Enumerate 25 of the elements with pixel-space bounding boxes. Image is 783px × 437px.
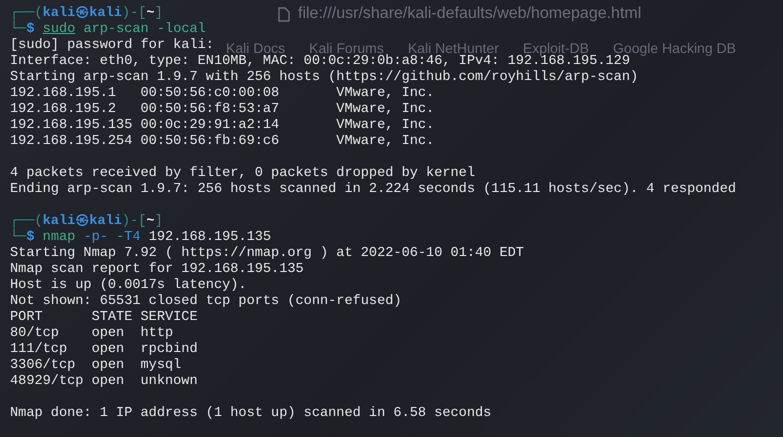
output-line: 192.168.195.1 00:50:56:c0:00:08 VMware, Inc.	[10, 86, 434, 102]
output-line: Not shown: 65531 closed tcp ports (conn-refused)	[10, 294, 402, 310]
output-line: Nmap done: 1 IP address (1 host up) scanned in 6.58 seconds	[10, 406, 492, 422]
output-line: PORT STATE SERVICE	[10, 310, 198, 326]
output-line: Starting Nmap 7.92 ( https://nmap.org ) at 2022-06-10 01:40 EDT	[10, 246, 524, 262]
output-line: 4 packets received by filter, 0 packets dropped by kernel	[10, 166, 475, 182]
output-line: Interface: eth0, type: EN10MB, MAC: 00:0c:29:0b:a8:46, IPv4: 192.168.195.129	[10, 54, 630, 70]
command-line: └─$ nmap -p- -T4 192.168.195.135	[10, 230, 272, 246]
file-icon	[278, 6, 290, 22]
output-line: 3306/tcp open mysql	[10, 358, 182, 374]
output-line: Ending arp-scan 1.9.7: 256 hosts scanned in 2.224 seconds (115.11 hosts/sec). 4 responded	[10, 182, 736, 198]
output-line: Host is up (0.0017s latency).	[10, 278, 247, 294]
output-line: 80/tcp open http	[10, 326, 174, 342]
browser-url: file:///usr/share/kali-defaults/web/homepage.html	[298, 4, 642, 24]
output-line: 192.168.195.254 00:50:56:fb:69:c6 VMware, Inc.	[10, 134, 434, 150]
output-line: [sudo] password for kali:	[10, 38, 214, 54]
output-line: 48929/tcp open unknown	[10, 374, 198, 390]
prompt-line: ┌──(kali㉿kali)-[~]	[10, 6, 163, 21]
output-line: 192.168.195.2 00:50:56:f8:53:a7 VMware, Inc.	[10, 102, 434, 118]
output-line: Starting arp-scan 1.9.7 with 256 hosts (https://github.com/royhills/arp-scan)	[10, 70, 638, 86]
output-line: 192.168.195.135 00:0c:29:91:a2:14 VMware, Inc.	[10, 118, 434, 134]
output-line: 111/tcp open rpcbind	[10, 342, 198, 358]
output-line: Nmap scan report for 192.168.195.135	[10, 262, 304, 278]
prompt-line: ┌──(kali㉿kali)-[~]	[10, 214, 163, 229]
command-line: └─$ sudo arp-scan -local	[10, 22, 206, 38]
